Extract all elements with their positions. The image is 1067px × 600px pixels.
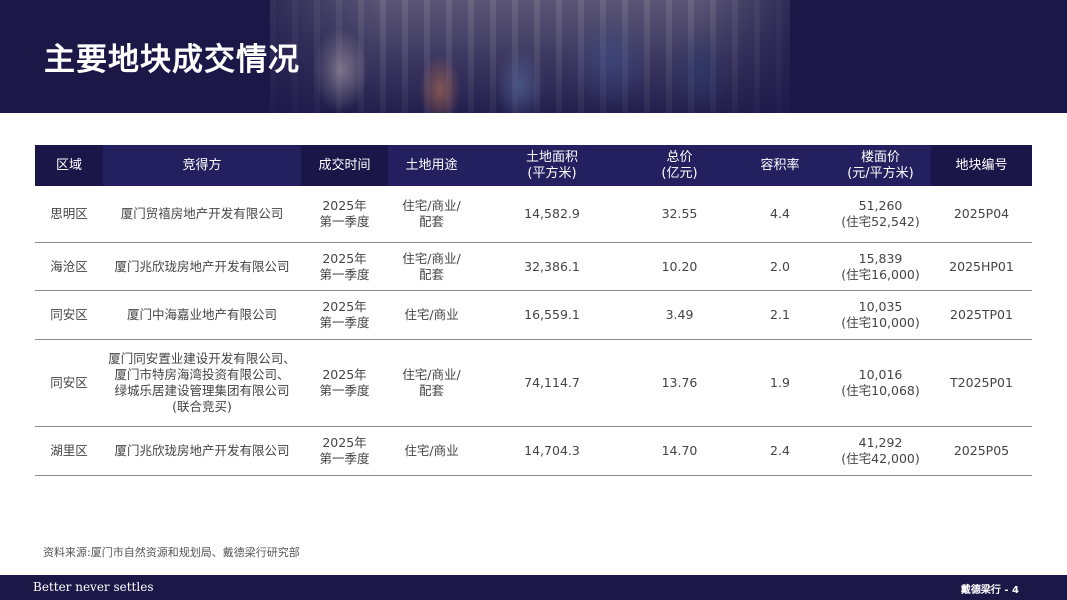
- col-header-buyer: 竞得方: [103, 145, 301, 186]
- cell-plot-ratio: 1.9: [730, 339, 830, 427]
- cell-district: 同安区: [35, 290, 103, 340]
- title-banner: 主要地块成交情况: [0, 0, 1067, 113]
- col-header-deal-time: 成交时间: [301, 145, 388, 186]
- cell-plot-ratio: 4.4: [730, 186, 830, 243]
- cell-total-price: 13.76: [629, 339, 730, 427]
- footer-tagline: Better never settles: [33, 580, 154, 594]
- cell-district: 同安区: [35, 339, 103, 427]
- cell-deal-time: 2025年 第一季度: [301, 186, 388, 243]
- cell-parcel-id: T2025P01: [931, 339, 1032, 427]
- land-deals-table: 区域 竞得方 成交时间 土地用途 土地面积 (平方米) 总价 (亿元) 容积率 …: [35, 145, 1032, 476]
- cell-district: 海沧区: [35, 242, 103, 291]
- cell-land-area: 32,386.1: [475, 242, 629, 291]
- table-row: 海沧区 厦门兆欣珑房地产开发有限公司 2025年 第一季度 住宅/商业/ 配套 …: [35, 242, 1032, 291]
- cell-total-price: 3.49: [629, 290, 730, 340]
- cell-land-area: 14,582.9: [475, 186, 629, 243]
- cell-parcel-id: 2025P05: [931, 426, 1032, 476]
- col-header-land-use: 土地用途: [388, 145, 475, 186]
- cell-total-price: 14.70: [629, 426, 730, 476]
- cell-total-price: 32.55: [629, 186, 730, 243]
- cell-district: 湖里区: [35, 426, 103, 476]
- cell-plot-ratio: 2.1: [730, 290, 830, 340]
- col-header-land-area: 土地面积 (平方米): [475, 145, 629, 186]
- cell-land-use: 住宅/商业: [388, 290, 475, 340]
- col-header-district: 区域: [35, 145, 103, 186]
- cell-land-use: 住宅/商业: [388, 426, 475, 476]
- cell-floor-price: 10,035 (住宅10,000): [830, 290, 931, 340]
- cell-floor-price: 41,292 (住宅42,000): [830, 426, 931, 476]
- col-header-parcel-id: 地块编号: [931, 145, 1032, 186]
- cell-floor-price: 10,016 (住宅10,068): [830, 339, 931, 427]
- cell-land-use: 住宅/商业/ 配套: [388, 339, 475, 427]
- page-title: 主要地块成交情况: [44, 42, 300, 78]
- cell-deal-time: 2025年 第一季度: [301, 339, 388, 427]
- cell-floor-price: 51,260 (住宅52,542): [830, 186, 931, 243]
- cell-floor-price: 15,839 (住宅16,000): [830, 242, 931, 291]
- table-header-row: 区域 竞得方 成交时间 土地用途 土地面积 (平方米) 总价 (亿元) 容积率 …: [35, 145, 1032, 186]
- cell-deal-time: 2025年 第一季度: [301, 426, 388, 476]
- cell-total-price: 10.20: [629, 242, 730, 291]
- cell-deal-time: 2025年 第一季度: [301, 242, 388, 291]
- table-row: 湖里区 厦门兆欣珑房地产开发有限公司 2025年 第一季度 住宅/商业 14,7…: [35, 426, 1032, 476]
- cell-land-use: 住宅/商业/ 配套: [388, 242, 475, 291]
- cell-land-area: 14,704.3: [475, 426, 629, 476]
- col-header-floor-price: 楼面价 (元/平方米): [830, 145, 931, 186]
- source-note: 资料来源:厦门市自然资源和规划局、戴德梁行研究部: [43, 546, 300, 559]
- col-header-total-price: 总价 (亿元): [629, 145, 730, 186]
- slide: 主要地块成交情况 区域 竞得方 成交时间 土地用途 土地面积 (平方米) 总价 …: [0, 0, 1067, 600]
- cell-buyer: 厦门兆欣珑房地产开发有限公司: [103, 242, 301, 291]
- cell-buyer: 厦门中海嘉业地产有限公司: [103, 290, 301, 340]
- banner-photo-fade-right: [700, 0, 830, 113]
- footer-brand-page-number: 戴德梁行 - 4: [960, 585, 1019, 596]
- table-row: 同安区 厦门中海嘉业地产有限公司 2025年 第一季度 住宅/商业 16,559…: [35, 290, 1032, 340]
- cell-parcel-id: 2025P04: [931, 186, 1032, 243]
- cell-land-area: 74,114.7: [475, 339, 629, 427]
- table-row: 同安区 厦门同安置业建设开发有限公司、 厦门市特房海湾投资有限公司、 绿城乐居建…: [35, 339, 1032, 427]
- footer-bar: Better never settles 戴德梁行 - 4: [0, 575, 1067, 600]
- cell-parcel-id: 2025HP01: [931, 242, 1032, 291]
- cell-land-area: 16,559.1: [475, 290, 629, 340]
- cell-buyer: 厦门同安置业建设开发有限公司、 厦门市特房海湾投资有限公司、 绿城乐居建设管理集…: [103, 339, 301, 427]
- cell-deal-time: 2025年 第一季度: [301, 290, 388, 340]
- cell-parcel-id: 2025TP01: [931, 290, 1032, 340]
- cell-plot-ratio: 2.4: [730, 426, 830, 476]
- cell-district: 思明区: [35, 186, 103, 243]
- cell-buyer: 厦门兆欣珑房地产开发有限公司: [103, 426, 301, 476]
- cell-plot-ratio: 2.0: [730, 242, 830, 291]
- cell-buyer: 厦门贸禧房地产开发有限公司: [103, 186, 301, 243]
- col-header-plot-ratio: 容积率: [730, 145, 830, 186]
- table-row: 思明区 厦门贸禧房地产开发有限公司 2025年 第一季度 住宅/商业/ 配套 1…: [35, 186, 1032, 243]
- cell-land-use: 住宅/商业/ 配套: [388, 186, 475, 243]
